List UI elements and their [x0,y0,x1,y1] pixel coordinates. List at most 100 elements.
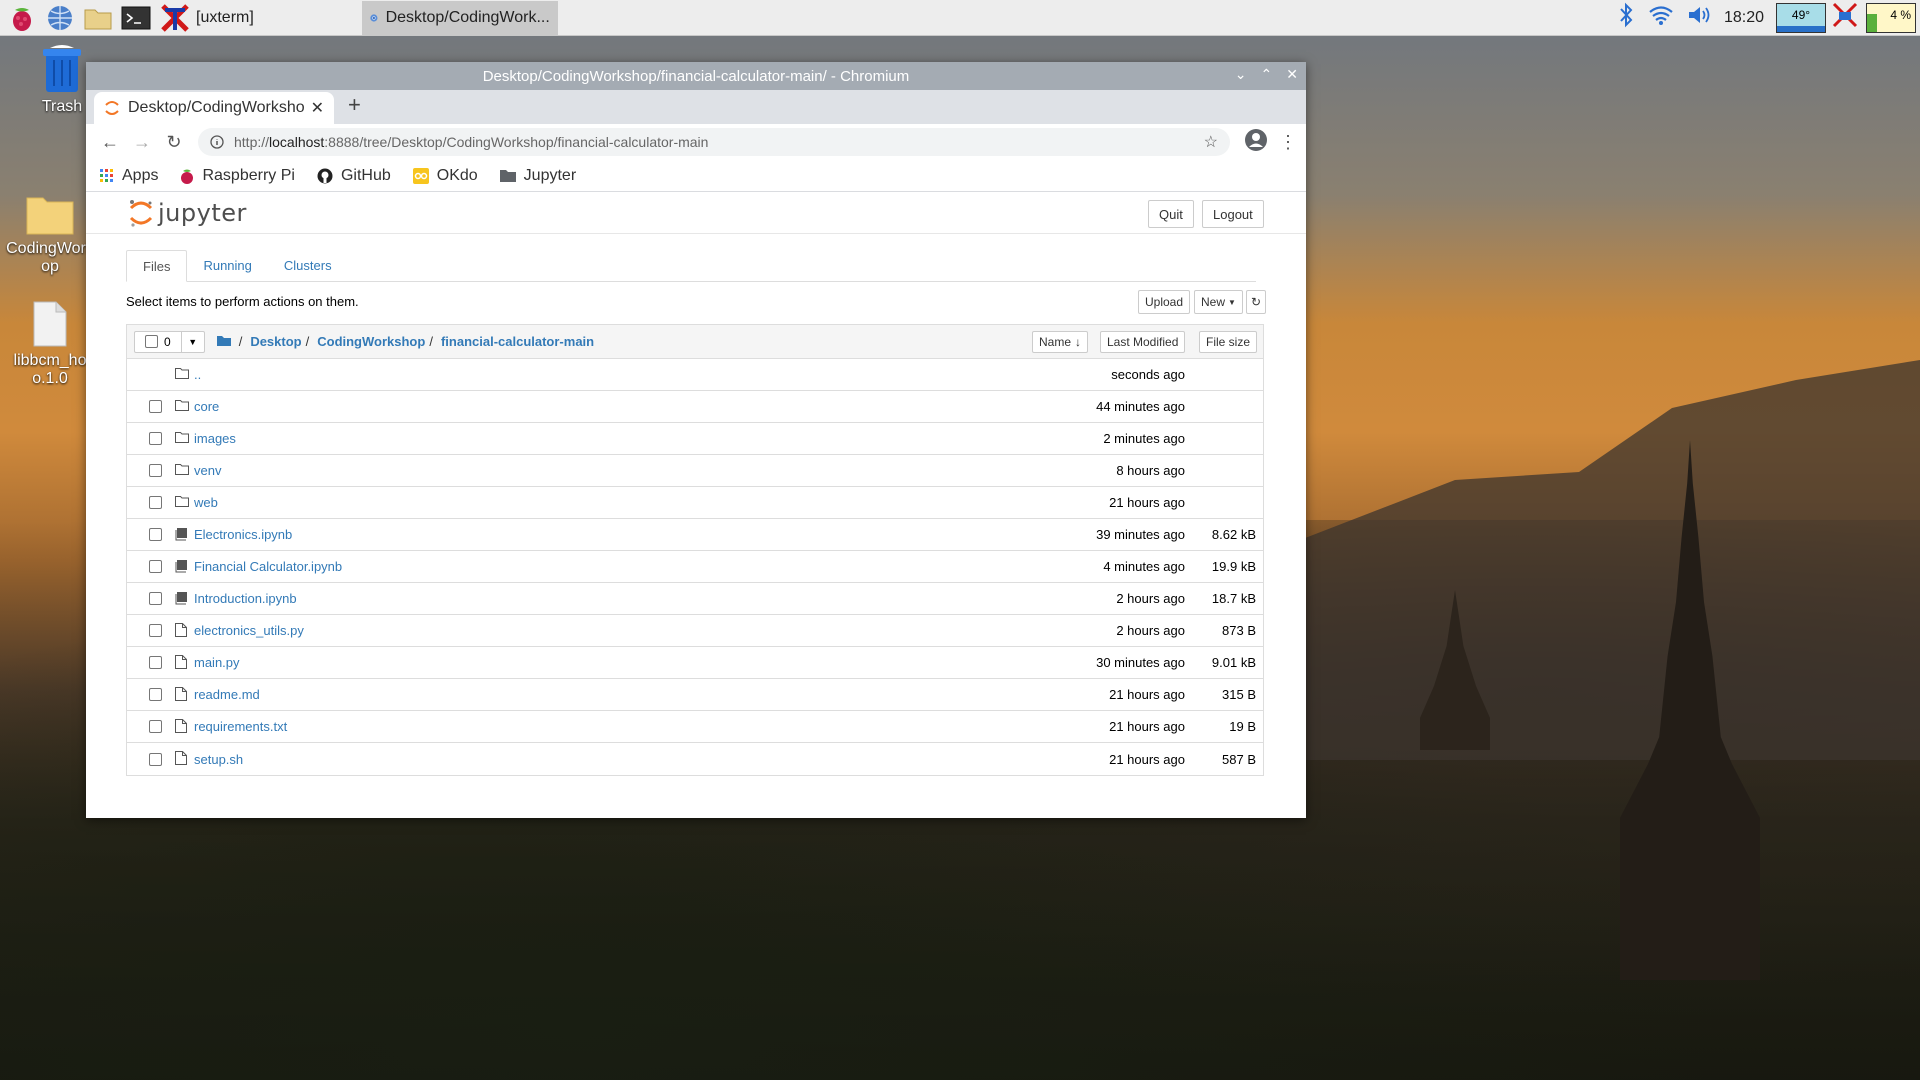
taskbar-task-chromium[interactable]: Desktop/CodingWork... [361,0,558,35]
web-browser-icon[interactable] [44,2,76,34]
breadcrumb-desktop[interactable]: Desktop [250,334,301,349]
sort-by-size-button[interactable]: File size [1199,331,1258,353]
file-name-link[interactable]: requirements.txt [194,719,287,734]
sort-by-name-button[interactable]: Name ↓ [1032,331,1089,353]
wifi-icon[interactable] [1648,4,1674,31]
file-modified: 2 minutes ago [1103,431,1185,446]
tab-close-icon[interactable]: ✕ [311,98,324,118]
desktop-icon-libbcm[interactable]: libbcm_ho o.1.0 [6,264,94,406]
file-name-link[interactable]: .. [194,367,201,382]
file-name-link[interactable]: web [194,495,218,510]
row-checkbox[interactable] [149,528,162,541]
breadcrumb-financial-calculator-main[interactable]: financial-calculator-main [441,334,594,349]
reload-icon[interactable]: ↻ [158,132,190,153]
row-checkbox[interactable] [149,560,162,573]
file-row[interactable]: images 2 minutes ago [127,423,1263,455]
new-button-label: New [1201,295,1226,309]
upload-button[interactable]: Upload [1138,290,1191,314]
arrow-down-icon: ↓ [1075,335,1082,349]
row-checkbox[interactable] [149,624,162,637]
clock[interactable]: 18:20 [1724,9,1764,27]
jupyter-page: jupyter Quit Logout Files Running Cluste… [86,192,1306,818]
file-row[interactable]: Financial Calculator.ipynb 4 minutes ago 1… [127,551,1263,583]
network-disconnected-icon[interactable] [1830,0,1860,35]
row-checkbox[interactable] [149,720,162,733]
info-icon[interactable] [210,135,224,149]
file-name-link[interactable]: Electronics.ipynb [194,527,292,542]
breadcrumb-separator: / [238,334,243,349]
maximize-icon[interactable]: ⌃ [1261,66,1273,83]
taskbar-task-uxterm[interactable]: [uxterm] [152,1,262,35]
tab-clusters[interactable]: Clusters [268,250,348,281]
bookmarks-bar: Apps Raspberry Pi GitHub OKdo Jupyter [86,160,1306,192]
row-checkbox[interactable] [149,464,162,477]
window-titlebar[interactable]: Desktop/CodingWorkshop/financial-calcula… [86,62,1306,90]
row-checkbox[interactable] [149,752,162,766]
file-row[interactable]: electronics_utils.py 2 hours ago 873 B [127,615,1263,647]
address-bar[interactable]: http://localhost:8888/tree/Desktop/Codin… [198,128,1230,156]
bookmark-apps[interactable]: Apps [100,167,158,185]
file-name-link[interactable]: core [194,399,219,414]
file-row[interactable]: Introduction.ipynb 2 hours ago 18.7 kB [127,583,1263,615]
file-row[interactable]: .. seconds ago [127,359,1263,391]
file-row[interactable]: requirements.txt 21 hours ago 19 B [127,711,1263,743]
file-name-link[interactable]: electronics_utils.py [194,623,304,638]
row-checkbox[interactable] [149,656,162,669]
volume-icon[interactable] [1686,4,1712,31]
breadcrumb-codingworkshop[interactable]: CodingWorkshop [317,334,425,349]
close-icon[interactable]: ✕ [1286,66,1298,83]
new-dropdown-button[interactable]: New ▼ [1194,290,1243,314]
menu-dots-icon[interactable]: ⋮ [1278,132,1298,153]
tab-running[interactable]: Running [187,250,267,281]
row-checkbox[interactable] [149,496,162,509]
sort-by-modified-button[interactable]: Last Modified [1100,331,1186,353]
row-checkbox[interactable] [149,400,162,413]
new-tab-icon[interactable]: + [348,92,361,118]
home-folder-icon[interactable] [216,334,231,349]
file-row[interactable]: venv 8 hours ago [127,455,1263,487]
file-name-link[interactable]: venv [194,463,221,478]
jupyter-logo[interactable]: jupyter [128,198,247,228]
url-path: :8888/tree/Desktop/CodingWorkshop/financ… [324,134,709,150]
file-row[interactable]: Electronics.ipynb 39 minutes ago 8.62 kB [127,519,1263,551]
bookmark-github[interactable]: GitHub [317,167,391,185]
notebook-icon [175,527,188,544]
bookmark-raspberry-pi[interactable]: Raspberry Pi [180,167,295,185]
bluetooth-icon[interactable] [1618,2,1634,33]
file-name-link[interactable]: images [194,431,236,446]
file-row[interactable]: web 21 hours ago [127,487,1263,519]
quit-button[interactable]: Quit [1148,200,1194,228]
tab-strip: Desktop/CodingWorksho ✕ + [86,90,1306,124]
file-row[interactable]: main.py 30 minutes ago 9.01 kB [127,647,1263,679]
bookmark-okdo[interactable]: OKdo [412,167,478,185]
file-name-link[interactable]: main.py [194,655,240,670]
file-row[interactable]: readme.md 21 hours ago 315 B [127,679,1263,711]
file-name-link[interactable]: Introduction.ipynb [194,591,297,606]
file-manager-icon[interactable] [82,2,114,34]
file-name-link[interactable]: setup.sh [194,752,243,767]
select-dropdown-icon[interactable]: ▼ [182,337,204,347]
profile-avatar-icon[interactable] [1244,128,1268,157]
tab-files[interactable]: Files [126,250,188,282]
row-checkbox[interactable] [149,688,162,701]
breadcrumb-separator: / [305,334,310,349]
file-row[interactable]: setup.sh 21 hours ago 587 B [127,743,1263,775]
file-name-link[interactable]: Financial Calculator.ipynb [194,559,342,574]
url-host: localhost [269,134,325,150]
back-arrow-icon[interactable]: ← [94,132,126,153]
forward-arrow-icon[interactable]: → [126,132,158,153]
file-name-link[interactable]: readme.md [194,687,260,702]
bookmark-star-icon[interactable]: ☆ [1204,132,1218,152]
row-checkbox[interactable] [149,432,162,445]
file-row[interactable]: core 44 minutes ago [127,391,1263,423]
browser-tab[interactable]: Desktop/CodingWorksho ✕ [94,92,334,124]
refresh-button[interactable]: ↻ [1246,290,1267,314]
minimize-icon[interactable]: ⌄ [1235,66,1247,83]
terminal-icon[interactable] [120,2,152,34]
logout-button[interactable]: Logout [1202,200,1264,228]
row-checkbox[interactable] [149,592,162,605]
select-all-checkbox[interactable] [145,335,158,348]
folder-icon [175,495,189,510]
raspberry-menu-icon[interactable] [6,2,38,34]
bookmark-jupyter[interactable]: Jupyter [499,167,576,185]
